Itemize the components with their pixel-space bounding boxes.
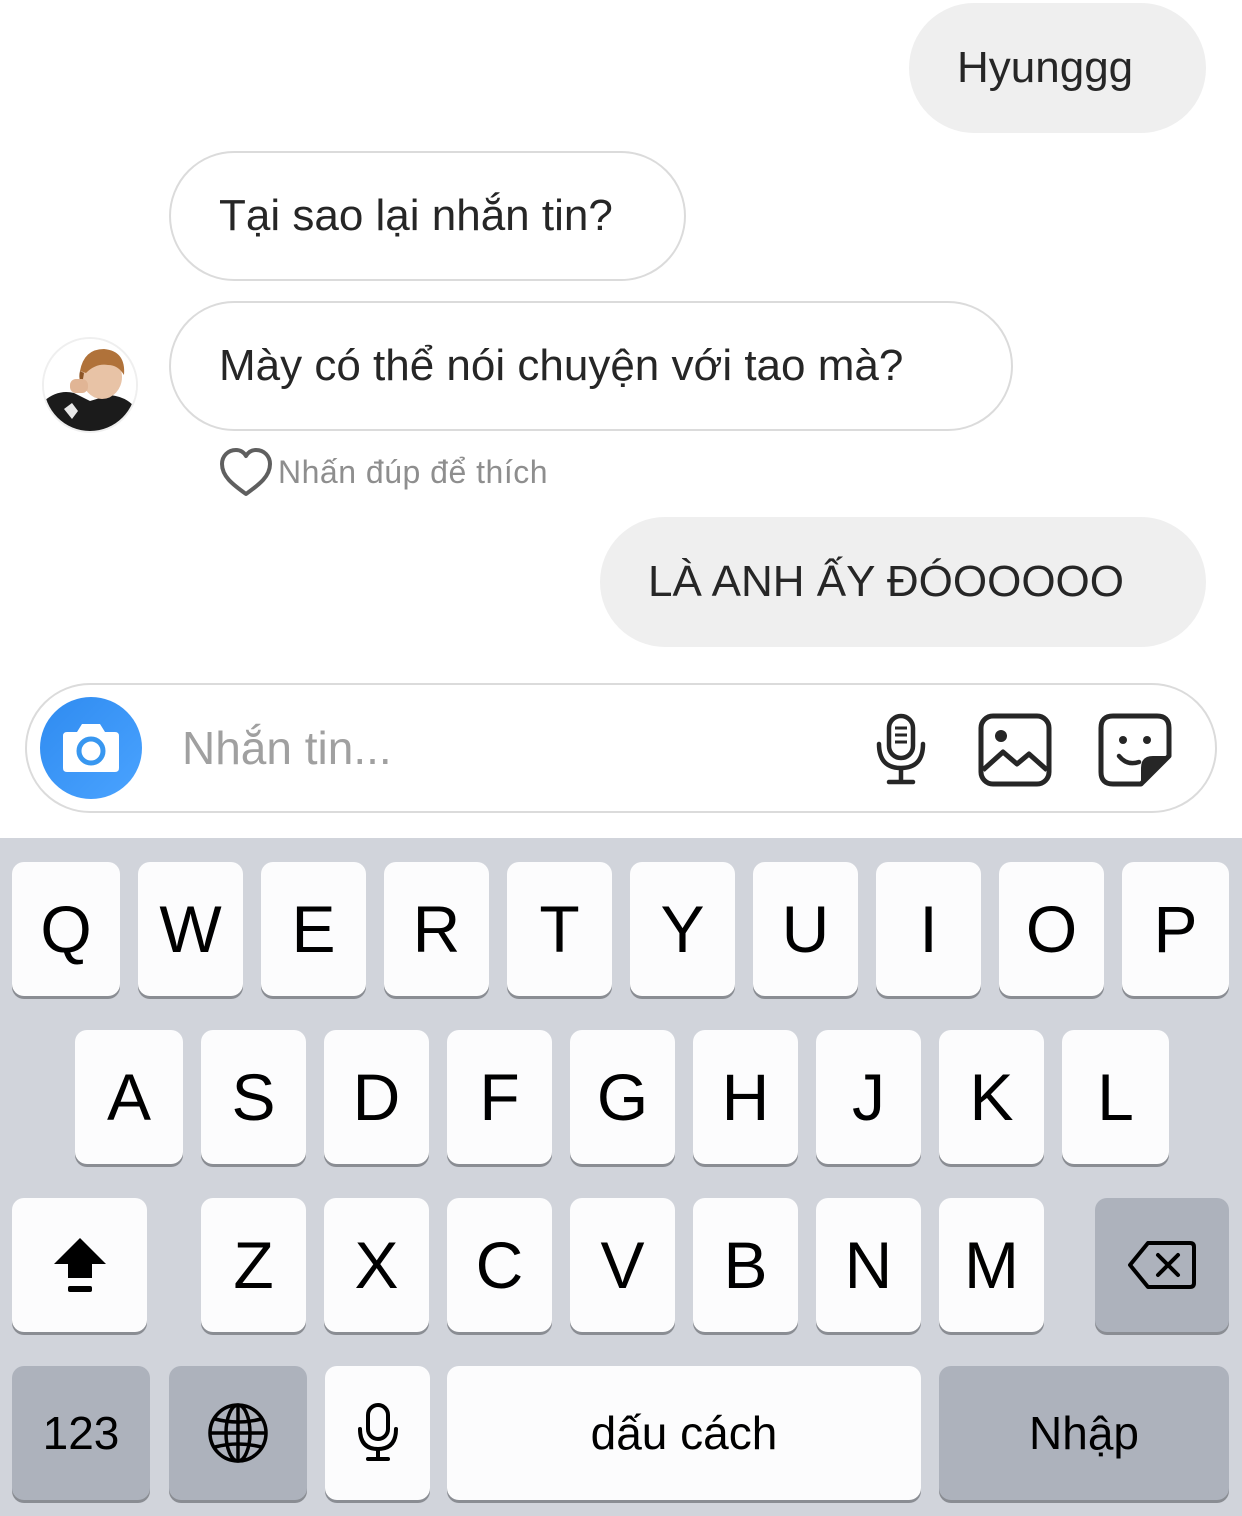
gallery-icon[interactable]: [977, 712, 1053, 788]
key-r[interactable]: R: [384, 862, 489, 996]
key-o[interactable]: O: [999, 862, 1104, 996]
globe-key[interactable]: [169, 1366, 307, 1500]
key-y[interactable]: Y: [630, 862, 735, 996]
return-key[interactable]: Nhập: [939, 1366, 1229, 1500]
space-key-label: dấu cách: [590, 1407, 778, 1459]
key-b[interactable]: B: [693, 1198, 798, 1332]
camera-button[interactable]: [40, 697, 142, 799]
numbers-key[interactable]: 123: [12, 1366, 150, 1500]
key-x[interactable]: X: [324, 1198, 429, 1332]
key-e[interactable]: E: [261, 862, 366, 996]
key-c[interactable]: C: [447, 1198, 552, 1332]
key-d[interactable]: D: [324, 1030, 429, 1164]
key-q[interactable]: Q: [12, 862, 120, 996]
shift-icon: [53, 1238, 106, 1292]
key-a[interactable]: A: [75, 1030, 183, 1164]
message-bubble-received[interactable]: Tại sao lại nhắn tin?: [169, 151, 686, 281]
key-m[interactable]: M: [939, 1198, 1044, 1332]
key-l[interactable]: L: [1062, 1030, 1169, 1164]
message-bubble-received[interactable]: Mày có thể nói chuyện với tao mà?: [169, 301, 1013, 431]
dictation-key[interactable]: [325, 1366, 430, 1500]
message-input[interactable]: [182, 710, 822, 786]
heart-icon[interactable]: [218, 446, 274, 498]
globe-icon: [208, 1403, 268, 1463]
camera-icon: [63, 724, 119, 772]
dictation-icon: [357, 1403, 398, 1461]
message-bubble-sent[interactable]: Hyunggg: [909, 3, 1206, 133]
chat-thread: Hyunggg Tại sao lại nhắn tin? Mày có thể…: [0, 0, 1242, 838]
keyboard: Q W E R T Y U I O P A S D F G H J K L Z …: [0, 838, 1242, 1516]
key-k[interactable]: K: [939, 1030, 1044, 1164]
key-t[interactable]: T: [507, 862, 612, 996]
sticker-icon[interactable]: [1097, 712, 1173, 788]
avatar[interactable]: [42, 337, 138, 433]
key-p[interactable]: P: [1122, 862, 1229, 996]
key-f[interactable]: F: [447, 1030, 552, 1164]
backspace-icon: [1128, 1241, 1196, 1289]
message-bubble-sent[interactable]: LÀ ANH ẤY ĐÓOOOOO: [600, 517, 1206, 647]
key-i[interactable]: I: [876, 862, 981, 996]
space-key[interactable]: dấu cách: [447, 1366, 921, 1500]
backspace-key[interactable]: [1095, 1198, 1229, 1332]
key-g[interactable]: G: [570, 1030, 675, 1164]
microphone-icon[interactable]: [863, 712, 939, 788]
numbers-key-label: 123: [42, 1407, 120, 1459]
shift-key[interactable]: [12, 1198, 147, 1332]
like-hint-text: Nhấn đúp để thích: [278, 453, 549, 490]
key-v[interactable]: V: [570, 1198, 675, 1332]
key-s[interactable]: S: [201, 1030, 306, 1164]
key-n[interactable]: N: [816, 1198, 921, 1332]
message-composer: [25, 683, 1217, 813]
avatar-image: [44, 339, 136, 431]
key-w[interactable]: W: [138, 862, 243, 996]
key-h[interactable]: H: [693, 1030, 798, 1164]
key-j[interactable]: J: [816, 1030, 921, 1164]
return-key-label: Nhập: [1029, 1407, 1139, 1459]
key-u[interactable]: U: [753, 862, 858, 996]
like-hint: Nhấn đúp để thích: [218, 446, 548, 498]
key-z[interactable]: Z: [201, 1198, 306, 1332]
